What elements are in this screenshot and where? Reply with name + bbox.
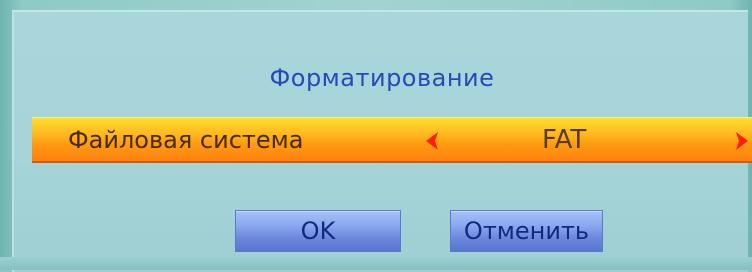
file-system-label: Файловая система xyxy=(68,126,304,154)
bottom-edge xyxy=(0,257,752,270)
file-system-option-row[interactable]: Файловая система FAT xyxy=(32,117,752,163)
arrow-left-icon[interactable] xyxy=(422,130,444,152)
arrow-right-icon[interactable] xyxy=(730,130,752,152)
format-dialog: Форматирование Файловая система FAT OK О… xyxy=(12,10,752,272)
ok-button[interactable]: OK xyxy=(235,210,401,252)
file-system-value: FAT xyxy=(542,125,587,155)
dialog-title: Форматирование xyxy=(269,64,495,92)
cancel-button[interactable]: Отменить xyxy=(450,210,603,252)
